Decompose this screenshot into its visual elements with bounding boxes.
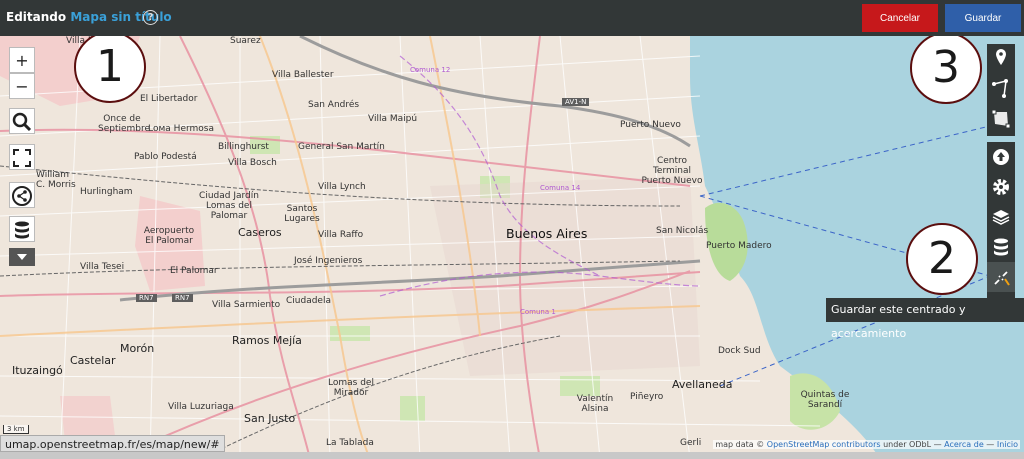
- save-button[interactable]: Guardar: [945, 4, 1021, 32]
- place-label: Dock Sud: [718, 346, 761, 356]
- marker-icon[interactable]: [987, 44, 1015, 74]
- place-label: Piñeyro: [630, 392, 664, 402]
- place-label: Ciudad Jardín Lomas del Palomar: [199, 191, 259, 221]
- upload-icon[interactable]: [987, 142, 1015, 172]
- place-label: Villa Ballester: [272, 70, 334, 80]
- place-label: San Andrés: [308, 100, 360, 110]
- place-label: Villa Bosch: [228, 158, 277, 168]
- place-label: San Justo: [244, 412, 296, 425]
- share-icon[interactable]: [9, 182, 35, 208]
- place-label: Morón: [120, 342, 155, 355]
- attribution-separator: —: [983, 440, 997, 449]
- place-label: Puerto Madero: [706, 241, 772, 251]
- place-label: La Tablada: [326, 438, 374, 448]
- about-link[interactable]: Acerca de: [944, 440, 984, 449]
- place-label: Castelar: [70, 354, 116, 367]
- place-label: Valentín Alsina: [576, 394, 614, 414]
- attribution: map data © OpenStreetMap contributors un…: [713, 440, 1020, 449]
- place-label: Buenos Aires: [506, 226, 588, 241]
- editing-label: Editando: [6, 10, 67, 24]
- cancel-button[interactable]: Cancelar: [862, 4, 938, 32]
- settings-toolbar: [987, 142, 1015, 298]
- home-link[interactable]: Inicio: [997, 440, 1018, 449]
- place-label: Quintas de Sarandí: [800, 390, 850, 410]
- attribution-prefix: map data ©: [715, 440, 767, 449]
- place-label: Avellaneda: [672, 378, 733, 391]
- place-label: Aeropuerto El Palomar: [143, 226, 195, 246]
- status-url: umap.openstreetmap.fr/es/map/new/#: [0, 435, 225, 452]
- layers-icon[interactable]: [987, 202, 1015, 232]
- polygon-icon[interactable]: [987, 104, 1015, 134]
- map-canvas[interactable]: Suarez Villa Ballester San Andrés Villa …: [0, 36, 1024, 459]
- place-label: Villa Sarmiento: [212, 300, 281, 310]
- comuna-label: Comuna 12: [410, 66, 451, 74]
- place-label: Caseros: [238, 226, 282, 239]
- gear-icon[interactable]: [987, 172, 1015, 202]
- zoom-out-button[interactable]: −: [9, 73, 35, 99]
- place-label: Puerto Nuevo: [620, 120, 681, 130]
- taskbar-strip: [0, 452, 1024, 459]
- place-label: Villa Luzuriaga: [168, 402, 234, 412]
- place-label: San Nicolás: [656, 226, 709, 236]
- place-label: Ituzaingó: [12, 364, 63, 377]
- data-layers-icon[interactable]: [9, 216, 35, 242]
- zoom-in-button[interactable]: +: [9, 47, 35, 73]
- place-label: Billinghurst: [218, 142, 269, 152]
- polyline-icon[interactable]: [987, 74, 1015, 104]
- comuna-label: Comuna 14: [540, 184, 581, 192]
- callout-2: 2: [906, 223, 978, 295]
- place-label: Hurlingham: [80, 187, 133, 197]
- place-label: Gerli: [680, 438, 702, 448]
- place-label: Lома Hermosa: [148, 124, 215, 134]
- road-shield: RN7: [136, 294, 157, 302]
- comuna-label: Comuna 1: [520, 308, 556, 316]
- place-label: Once de Septiembre: [98, 114, 151, 134]
- place-label: El Libertador: [140, 94, 198, 104]
- place-label: Ciudadela: [286, 296, 331, 306]
- place-label: Villa Raffo: [318, 230, 364, 240]
- fullscreen-icon[interactable]: [9, 144, 35, 170]
- place-label: Centro Terminal Puerto Nuevo: [641, 156, 703, 186]
- help-icon[interactable]: ?: [143, 10, 158, 25]
- place-label: Villa Lynch: [318, 182, 366, 192]
- place-label: Suarez: [230, 36, 261, 46]
- save-view-icon[interactable]: [987, 262, 1015, 292]
- place-label: William C. Morris: [36, 170, 76, 190]
- attribution-mid: under ODbL —: [880, 440, 945, 449]
- map-scale: 3 km: [3, 425, 29, 434]
- chevron-down-icon[interactable]: [9, 248, 35, 266]
- place-label: Santos Lugares: [284, 204, 320, 224]
- place-label: Lomas del Mirador: [328, 378, 374, 398]
- place-label: Villa Tesei: [80, 262, 125, 272]
- road-shield: RN7: [172, 294, 193, 302]
- top-toolbar: Editando Mapa sin título ? Cancelar Guar…: [0, 0, 1024, 36]
- search-icon[interactable]: [9, 108, 35, 134]
- draw-toolbar: [987, 44, 1015, 136]
- place-label: Villa Maipú: [368, 114, 418, 124]
- place-label: Pablo Podestá: [134, 152, 197, 162]
- road-shield: AV1-N: [562, 98, 590, 106]
- save-view-tooltip: Guardar este centrado y acercamiento: [826, 298, 1024, 340]
- place-label: José Ingenieros: [294, 256, 363, 266]
- place-label: El Palomar: [170, 266, 218, 276]
- database-icon[interactable]: [987, 232, 1015, 262]
- osm-link[interactable]: OpenStreetMap contributors: [767, 440, 881, 449]
- place-label: General San Martín: [298, 142, 385, 152]
- place-label: Ramos Mejía: [232, 334, 302, 347]
